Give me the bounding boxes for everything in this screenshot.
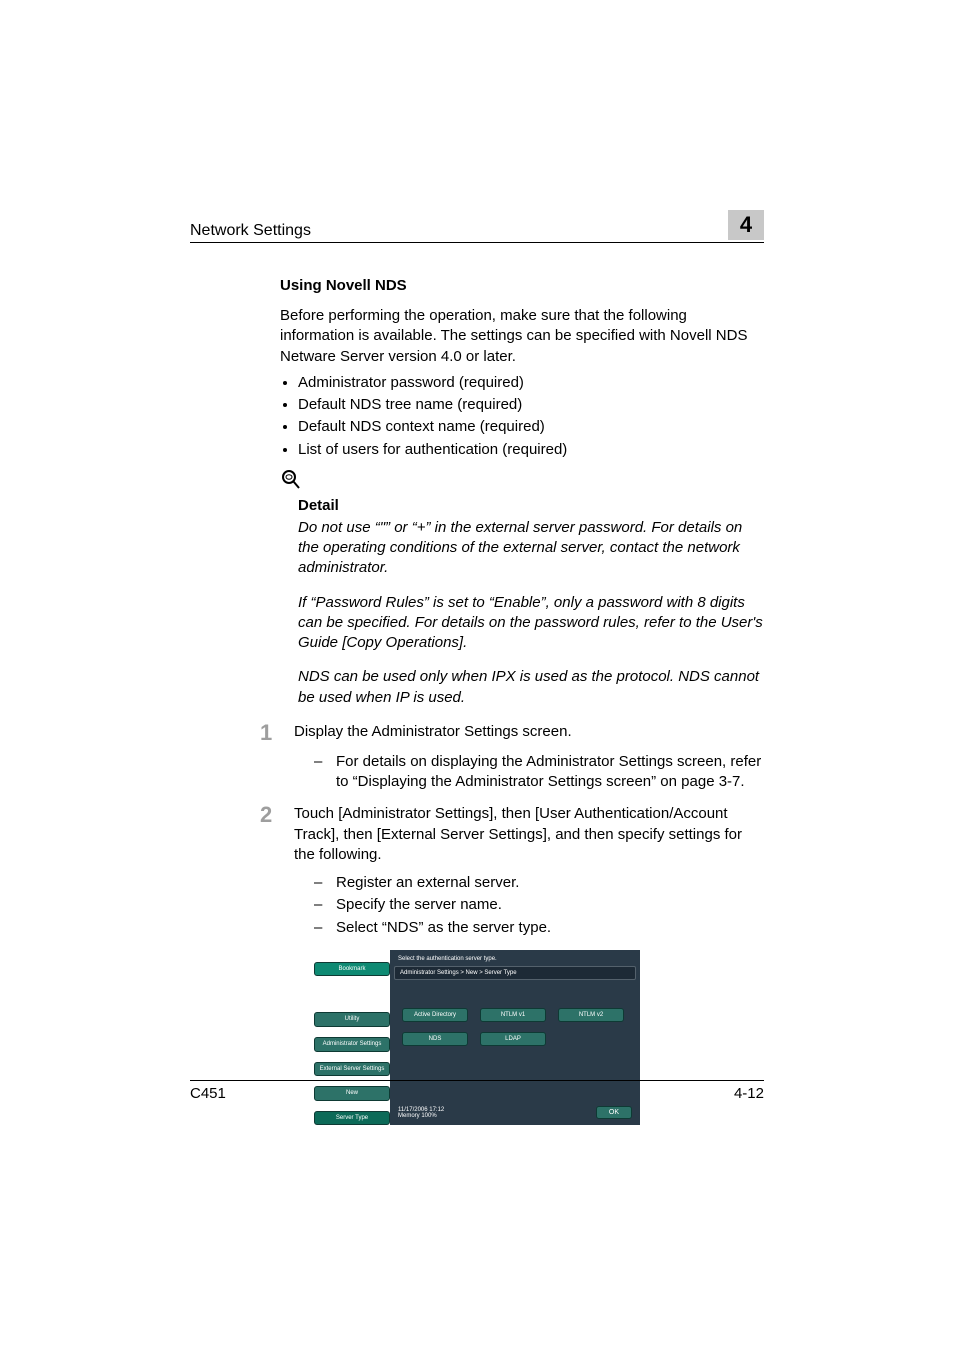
option-ntlm-v2[interactable]: NTLM v2 — [558, 1008, 624, 1022]
chevron-down-icon: ▼ — [314, 1103, 390, 1109]
footer-model: C451 — [190, 1085, 226, 1102]
list-item: List of users for authentication (requir… — [298, 440, 764, 460]
step-text: Display the Administrator Settings scree… — [294, 722, 764, 744]
detail-para-1: Do not use “"” or “+” in the external se… — [298, 518, 764, 579]
step-sub: – Select “NDS” as the server type. — [314, 918, 764, 938]
sidebar-server-type-button[interactable]: Server Type — [314, 1111, 390, 1126]
list-item: Default NDS tree name (required) — [298, 395, 764, 415]
step-1: 1 Display the Administrator Settings scr… — [260, 722, 764, 744]
option-ntlm-v1[interactable]: NTLM v1 — [480, 1008, 546, 1022]
sub-text: Select “NDS” as the server type. — [336, 918, 764, 938]
footer-datetime: 11/17/2006 17:12 — [398, 1107, 444, 1113]
step-number: 1 — [260, 722, 294, 744]
footer-page: 4-12 — [734, 1085, 764, 1102]
magnifier-icon — [280, 468, 764, 495]
option-active-directory[interactable]: Active Directory — [402, 1008, 468, 1022]
breadcrumb: Administrator Settings > New > Server Ty… — [394, 966, 636, 980]
dash-icon: – — [314, 895, 336, 915]
page-header: Network Settings 4 — [190, 210, 764, 243]
sidebar-external-server-button[interactable]: External Server Settings — [314, 1062, 390, 1077]
panel-instruction: Select the authentication server type. — [394, 954, 636, 966]
step-text: Touch [Administrator Settings], then [Us… — [294, 804, 764, 865]
sidebar-bookmark-button[interactable]: Bookmark — [314, 962, 390, 977]
list-item: Administrator password (required) — [298, 373, 764, 393]
sidebar-utility-button[interactable]: Utility — [314, 1012, 390, 1027]
step-sub: – Specify the server name. — [314, 895, 764, 915]
dash-icon: – — [314, 873, 336, 893]
sidebar-admin-settings-button[interactable]: Administrator Settings — [314, 1037, 390, 1052]
sub-text: Specify the server name. — [336, 895, 764, 915]
requirements-list: Administrator password (required) Defaul… — [280, 373, 764, 460]
detail-para-3: NDS can be used only when IPX is used as… — [298, 667, 764, 708]
sub-text: For details on displaying the Administra… — [336, 752, 764, 793]
section-intro: Before performing the operation, make su… — [280, 306, 764, 367]
option-nds[interactable]: NDS — [402, 1032, 468, 1046]
chapter-number: 4 — [740, 212, 752, 238]
step-number: 2 — [260, 804, 294, 865]
detail-para-2: If “Password Rules” is set to “Enable”, … — [298, 593, 764, 654]
list-item: Default NDS context name (required) — [298, 417, 764, 437]
ok-button[interactable]: OK — [596, 1106, 632, 1119]
sub-text: Register an external server. — [336, 873, 764, 893]
step-sub: – Register an external server. — [314, 873, 764, 893]
detail-heading: Detail — [298, 497, 764, 514]
chapter-number-box: 4 — [728, 210, 764, 240]
section-heading: Using Novell NDS — [280, 277, 764, 294]
chevron-down-icon: ▼ — [314, 1029, 390, 1035]
dash-icon: – — [314, 752, 336, 793]
step-2: 2 Touch [Administrator Settings], then [… — [260, 804, 764, 865]
panel-footer: 11/17/2006 17:12 Memory 100% OK — [394, 1104, 636, 1121]
footer-memory: Memory 100% — [398, 1113, 444, 1119]
dash-icon: – — [314, 918, 336, 938]
header-title: Network Settings — [190, 222, 311, 240]
step-sub: – For details on displaying the Administ… — [314, 752, 764, 793]
chevron-down-icon: ▼ — [314, 1054, 390, 1060]
option-ldap[interactable]: LDAP — [480, 1032, 546, 1046]
page-footer: C451 4-12 — [190, 1080, 764, 1102]
